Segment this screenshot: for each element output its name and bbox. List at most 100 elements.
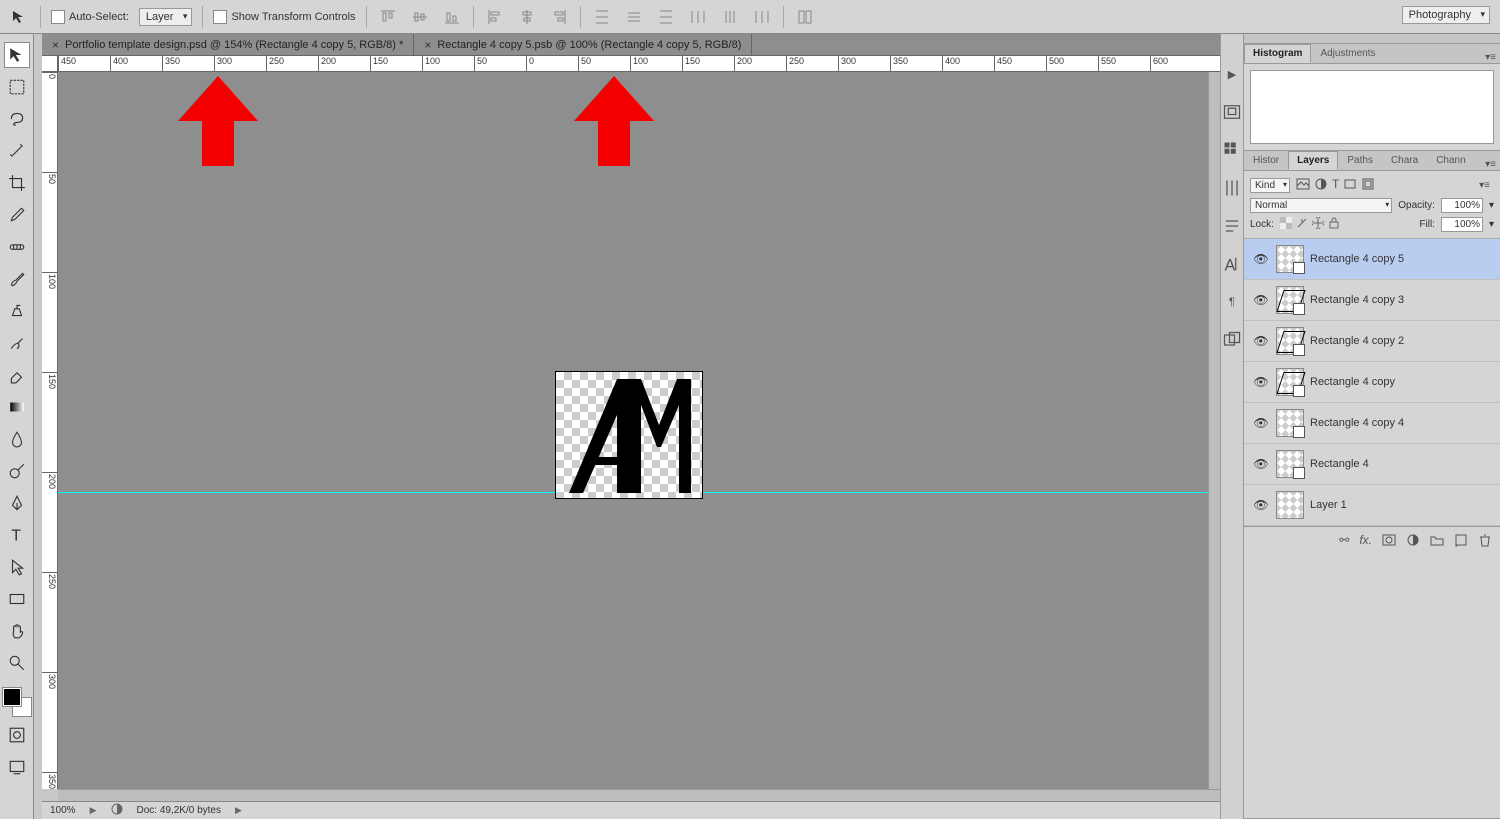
- layer-row[interactable]: 👁Layer 1: [1244, 485, 1500, 526]
- mini-bridge-icon[interactable]: ▶: [1222, 64, 1242, 84]
- visibility-toggle-icon[interactable]: 👁: [1252, 498, 1270, 512]
- align-right-edges-icon[interactable]: [548, 6, 570, 28]
- quick-mask-toggle[interactable]: [4, 722, 30, 748]
- adjustment-layer-icon[interactable]: [1406, 533, 1420, 550]
- panel-menu-icon[interactable]: ▾≡: [1485, 159, 1500, 170]
- layer-row[interactable]: 👁 Rectangle 4 copy 3: [1244, 280, 1500, 321]
- layer-row[interactable]: 👁 Rectangle 4 copy 4: [1244, 403, 1500, 444]
- crop-tool[interactable]: [4, 170, 30, 196]
- screen-mode-toggle[interactable]: [4, 754, 30, 780]
- visibility-toggle-icon[interactable]: 👁: [1252, 457, 1270, 471]
- clone-source-icon[interactable]: [1222, 330, 1242, 350]
- opacity-dropdown-icon[interactable]: ▾: [1489, 200, 1494, 211]
- close-icon[interactable]: ×: [52, 38, 59, 52]
- panel-menu-icon[interactable]: ▾≡: [1479, 180, 1494, 191]
- lock-all-icon[interactable]: [1328, 217, 1340, 232]
- delete-layer-icon[interactable]: [1478, 533, 1492, 550]
- visibility-toggle-icon[interactable]: 👁: [1252, 375, 1270, 389]
- layer-thumbnail[interactable]: [1276, 286, 1304, 314]
- rectangular-marquee-tool[interactable]: [4, 74, 30, 100]
- healing-brush-tool[interactable]: [4, 234, 30, 260]
- visibility-toggle-icon[interactable]: 👁: [1252, 252, 1270, 266]
- distribute-bottom-edges-icon[interactable]: [655, 6, 677, 28]
- dodge-tool[interactable]: [4, 458, 30, 484]
- eyedropper-tool[interactable]: [4, 202, 30, 228]
- visibility-toggle-icon[interactable]: 👁: [1252, 293, 1270, 307]
- vertical-scrollbar[interactable]: [1208, 72, 1220, 789]
- layer-name[interactable]: Rectangle 4 copy 4: [1310, 417, 1404, 429]
- document-tab-1[interactable]: × Portfolio template design.psd @ 154% (…: [42, 34, 414, 55]
- align-top-edges-icon[interactable]: [377, 6, 399, 28]
- distribute-right-edges-icon[interactable]: [751, 6, 773, 28]
- panel-collapse-handle[interactable]: [1244, 34, 1500, 44]
- swatches-icon[interactable]: [1222, 140, 1242, 160]
- layer-name[interactable]: Rectangle 4: [1310, 458, 1369, 470]
- filter-smartobject-icon[interactable]: [1361, 177, 1375, 194]
- layer-name[interactable]: Rectangle 4 copy 2: [1310, 335, 1404, 347]
- align-bottom-edges-icon[interactable]: [441, 6, 463, 28]
- filter-type-icon[interactable]: T: [1332, 177, 1339, 194]
- fill-dropdown-icon[interactable]: ▾: [1489, 219, 1494, 230]
- type-tool[interactable]: T: [4, 522, 30, 548]
- tab-chara[interactable]: Chara: [1382, 151, 1427, 170]
- gradient-tool[interactable]: [4, 394, 30, 420]
- magic-wand-tool[interactable]: [4, 138, 30, 164]
- auto-align-icon[interactable]: [794, 6, 816, 28]
- zoom-value[interactable]: 100%: [50, 805, 76, 816]
- panel-menu-icon[interactable]: ▾≡: [1485, 52, 1500, 63]
- clone-stamp-tool[interactable]: [4, 298, 30, 324]
- layer-thumbnail[interactable]: [1276, 327, 1304, 355]
- align-horizontal-centers-icon[interactable]: [516, 6, 538, 28]
- expose-icon[interactable]: [111, 803, 123, 818]
- move-tool[interactable]: [4, 42, 30, 68]
- filter-shape-icon[interactable]: [1343, 177, 1357, 194]
- ruler-horizontal[interactable]: 4504003503002502001501005005010015020025…: [58, 56, 1220, 72]
- opacity-input[interactable]: 100%: [1441, 198, 1483, 213]
- lock-transparency-icon[interactable]: [1280, 217, 1292, 232]
- layer-filter-kind-select[interactable]: Kind: [1250, 178, 1290, 193]
- blend-mode-select[interactable]: Normal: [1250, 198, 1392, 213]
- layer-name[interactable]: Rectangle 4 copy 3: [1310, 294, 1404, 306]
- brushes-icon[interactable]: [1222, 178, 1242, 198]
- visibility-toggle-icon[interactable]: 👁: [1252, 416, 1270, 430]
- filter-adjustment-icon[interactable]: [1314, 177, 1328, 194]
- filter-pixel-icon[interactable]: [1296, 177, 1310, 194]
- new-group-icon[interactable]: [1430, 533, 1444, 550]
- tab-histogram[interactable]: Histogram: [1244, 44, 1311, 63]
- path-selection-tool[interactable]: [4, 554, 30, 580]
- layer-name[interactable]: Rectangle 4 copy: [1310, 376, 1395, 388]
- character-icon[interactable]: A: [1222, 254, 1242, 274]
- distribute-left-edges-icon[interactable]: [687, 6, 709, 28]
- horizontal-scrollbar[interactable]: [58, 789, 1220, 801]
- brush-tool[interactable]: [4, 266, 30, 292]
- tab-chann[interactable]: Chann: [1427, 151, 1474, 170]
- layer-style-icon[interactable]: fx.: [1359, 533, 1372, 550]
- foreground-color-swatch[interactable]: [3, 688, 21, 706]
- workspace-select[interactable]: Photography: [1402, 6, 1490, 24]
- layer-thumbnail[interactable]: [1276, 368, 1304, 396]
- navigator-icon[interactable]: [1222, 102, 1242, 122]
- show-transform-checkbox[interactable]: Show Transform Controls: [213, 10, 355, 24]
- link-layers-icon[interactable]: ⚯: [1339, 533, 1349, 550]
- hand-tool[interactable]: [4, 618, 30, 644]
- visibility-toggle-icon[interactable]: 👁: [1252, 334, 1270, 348]
- fill-input[interactable]: 100%: [1441, 217, 1483, 232]
- layer-row[interactable]: 👁 Rectangle 4 copy: [1244, 362, 1500, 403]
- layer-thumbnail[interactable]: [1276, 450, 1304, 478]
- layer-row[interactable]: 👁 Rectangle 4: [1244, 444, 1500, 485]
- color-swatches[interactable]: [3, 688, 31, 716]
- lasso-tool[interactable]: [4, 106, 30, 132]
- new-layer-icon[interactable]: [1454, 533, 1468, 550]
- distribute-horizontal-centers-icon[interactable]: [719, 6, 741, 28]
- layer-mask-icon[interactable]: [1382, 533, 1396, 550]
- layer-thumbnail[interactable]: [1276, 491, 1304, 519]
- paragraph-styles-icon[interactable]: ¶: [1222, 292, 1242, 312]
- tab-histor[interactable]: Histor: [1244, 151, 1288, 170]
- ruler-vertical[interactable]: 050100150200250300350: [42, 72, 58, 789]
- rectangle-shape-tool[interactable]: [4, 586, 30, 612]
- doc-info-menu-icon[interactable]: ▶: [235, 805, 242, 816]
- blur-tool[interactable]: [4, 426, 30, 452]
- layer-row[interactable]: 👁 Rectangle 4 copy 2: [1244, 321, 1500, 362]
- paragraph-icon[interactable]: [1222, 216, 1242, 236]
- history-brush-tool[interactable]: [4, 330, 30, 356]
